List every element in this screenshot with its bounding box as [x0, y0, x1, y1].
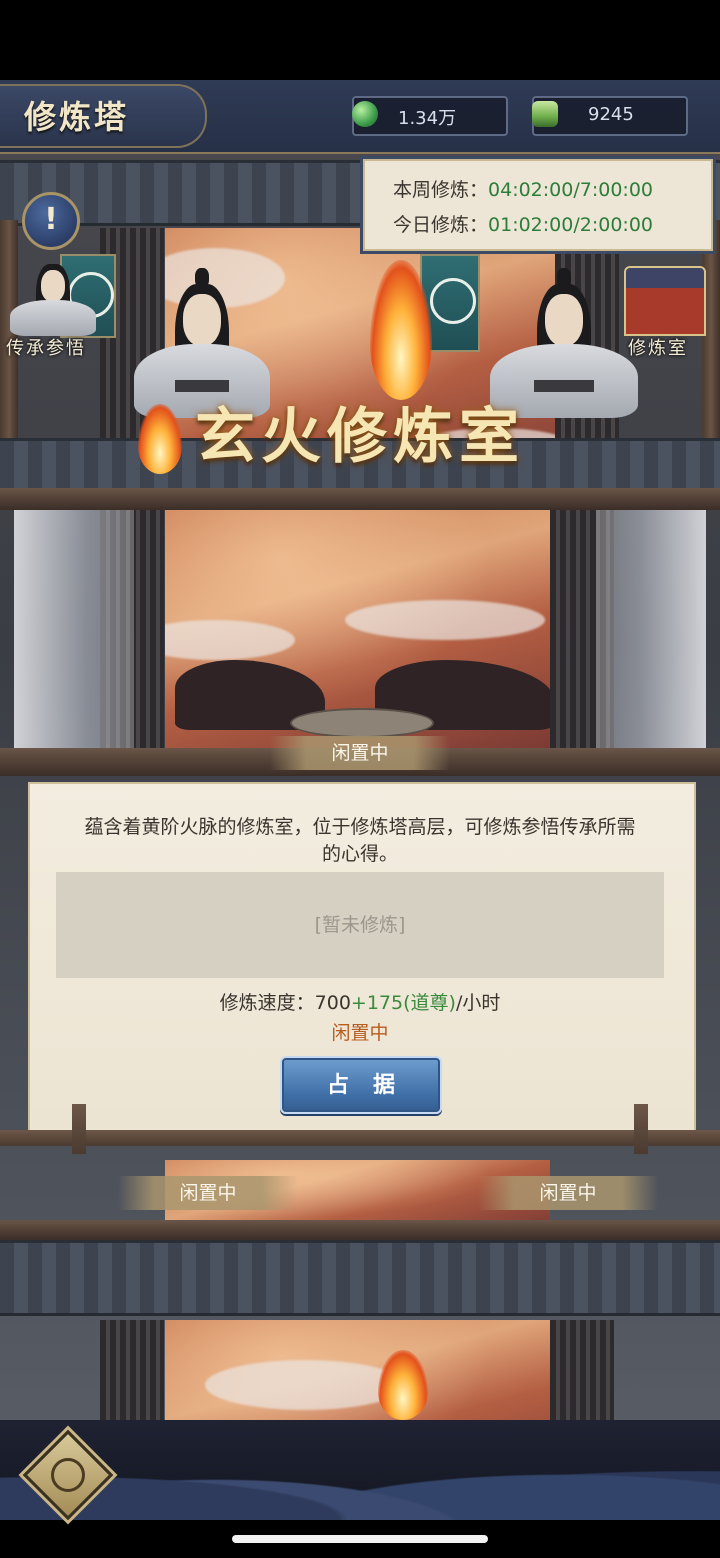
weekly-timer: 本周修炼：04:02:00/7:00:00 — [393, 175, 653, 202]
jade-currency[interactable]: 1.34万 — [352, 96, 508, 136]
nav-inheritance-button[interactable]: 传承参悟 — [4, 254, 116, 364]
nav-inheritance-label: 传承参悟 — [6, 338, 86, 359]
weekly-label: 本周修炼： — [393, 179, 489, 201]
room-status-text: 闲置中 — [331, 1022, 389, 1044]
back-icon — [43, 1450, 93, 1500]
empty-slot-text: [暂未修炼] — [314, 914, 406, 936]
status-bar — [0, 0, 720, 80]
speed-unit: /小时 — [455, 992, 501, 1014]
railing — [0, 1130, 720, 1146]
inheritance-figure-icon — [10, 254, 96, 336]
railing-post — [72, 1104, 86, 1154]
speed-bonus: +175(道尊) — [350, 992, 456, 1014]
cultivation-speed: 修炼速度：700+175(道尊)/小时 — [28, 988, 692, 1015]
info-icon: ! — [44, 202, 58, 237]
info-button[interactable]: ! — [22, 192, 80, 250]
home-indicator[interactable] — [232, 1535, 488, 1543]
beam — [0, 488, 720, 510]
room-status-badge: 闲置中 — [270, 736, 450, 770]
room-title: 玄火修炼室 — [195, 402, 525, 472]
lower-left-status-badge: 闲置中 — [118, 1176, 298, 1210]
beam — [0, 1220, 720, 1240]
spirit-stone-currency[interactable]: 9245 — [532, 96, 688, 136]
daily-label: 今日修炼： — [393, 214, 489, 236]
curtain-right — [596, 510, 706, 770]
speed-label: 修炼速度： — [219, 992, 315, 1014]
page-title: 修炼塔 — [24, 98, 130, 136]
cultivation-timer-panel: 本周修炼：04:02:00/7:00:00 今日修炼：01:02:00/2:00… — [360, 156, 716, 254]
roof-lower — [0, 1240, 720, 1316]
jade-amount: 1.34万 — [398, 108, 457, 129]
mural-middle — [165, 510, 550, 750]
weekly-value: 04:02:00/7:00:00 — [488, 179, 653, 201]
daily-value: 01:02:00/2:00:00 — [488, 214, 653, 236]
speed-base: 700 — [314, 992, 351, 1014]
lower-right-status-badge: 闲置中 — [478, 1176, 658, 1210]
spirit-stone-amount: 9245 — [588, 104, 634, 125]
room-description: 蕴含着黄阶火脉的修炼室，位于修炼塔高层，可修炼参悟传承所需的心得。 — [84, 816, 636, 865]
spirit-stone-icon — [532, 101, 558, 127]
daily-timer: 今日修炼：01:02:00/2:00:00 — [393, 210, 653, 237]
occupy-button[interactable]: 占据 — [280, 1056, 442, 1114]
curtain-left — [14, 510, 134, 770]
railing-post — [634, 1104, 648, 1154]
jade-icon — [352, 101, 378, 127]
